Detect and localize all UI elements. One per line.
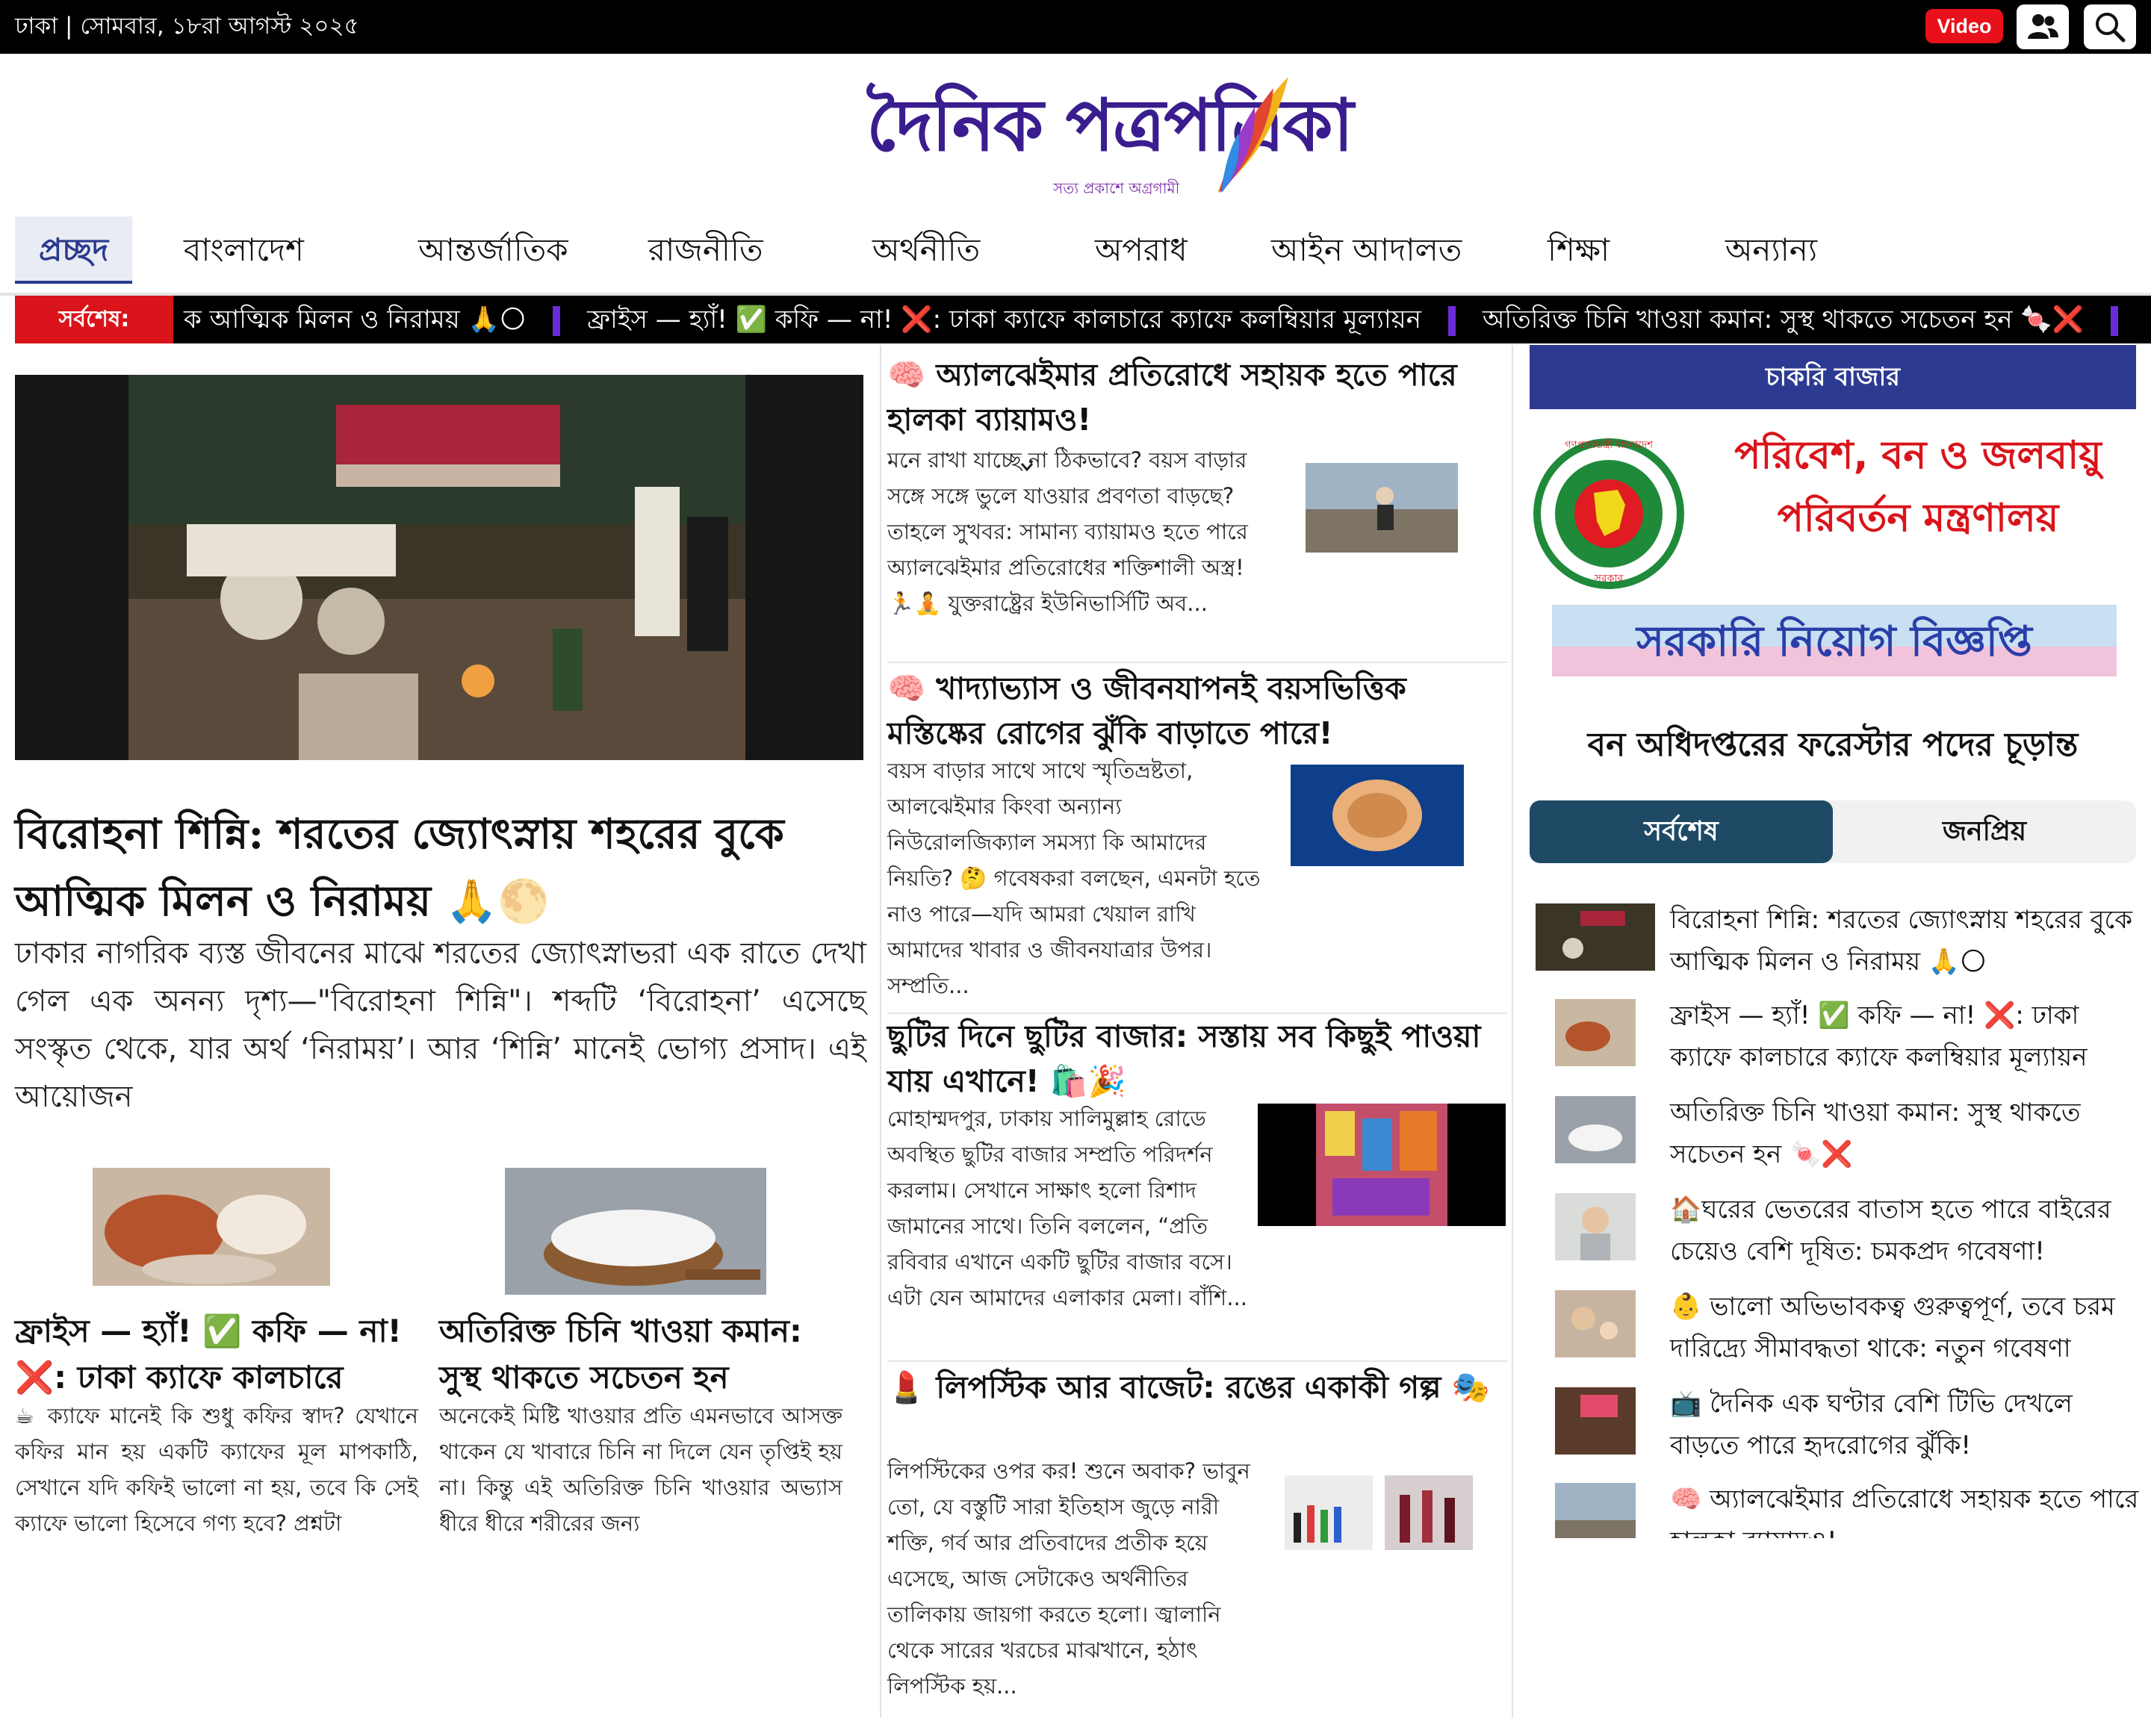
jobs-ad-banner[interactable]: পরিবেশ, বন ও জলবায়ু পরিবর্তন মন্ত্রণালয… — [1530, 409, 2136, 708]
list-item[interactable]: ফ্রাইস — হ্যাঁ! ✅ কফি — না! ❌: ঢাকা ক্যা… — [1536, 999, 2133, 1089]
lead-story-title[interactable]: বিরোহনা শিন্নি: শরতের জ্যোৎস্নায় শহরের … — [15, 800, 866, 935]
nav-item-education[interactable]: শিক্ষা — [1548, 217, 1610, 284]
list-item[interactable]: 🏠ঘরের ভেতরের বাতাস হতে পারে বাইরের চেয়ে… — [1536, 1193, 2133, 1283]
article-divider — [887, 662, 1507, 663]
search-icon[interactable] — [2084, 4, 2136, 49]
nav-item-bangladesh[interactable]: বাংলাদেশ — [184, 217, 304, 284]
list-item-title[interactable]: 🏠ঘরের ভেতরের বাতাস হতে পারে বাইরের চেয়ে… — [1670, 1189, 2141, 1272]
card-excerpt: ☕ ক্যাফে মানেই কি শুধু কফির স্বাদ? যেখান… — [15, 1403, 418, 1536]
ticker-label: সর্বশেষ: — [15, 296, 173, 343]
site-logo[interactable]: দৈনিক পত্রপত্রিকা সত্য প্রকাশে অগ্রগামী — [859, 66, 1353, 208]
list-item-title[interactable]: 👶 ভালো অভিভাবকত্ব গুরুত্বপূর্ণ, তবে চরম … — [1670, 1286, 2141, 1369]
top-bar: ঢাকা | সোমবার, ১৮রা আগস্ট ২০২৫ Video — [0, 0, 2151, 54]
banner-ministry-line2: পরিবর্তন মন্ত্রণালয় — [1777, 496, 2059, 541]
article-excerpt: মনে রাখা যাচ্ছে না ঠিকভাবে? বয়স বাড়ার … — [887, 447, 1248, 616]
ticker-item[interactable]: ফ্রাইস — হ্যাঁ! ✅ কফি — না! ❌: ঢাকা ক্যা… — [587, 305, 1421, 335]
card-image[interactable] — [439, 1157, 832, 1307]
ticker-item[interactable]: অতিরিক্ত চিনি খাওয়া কমান: সুস্থ থাকতে স… — [1483, 305, 2084, 335]
nav-item-economy[interactable]: অর্থনীতি — [872, 217, 980, 284]
article-excerpt: লিপস্টিকের ওপর কর! শুনে অবাক? ভাবুন তো, … — [887, 1458, 1250, 1699]
banner-ministry-line1: পরিবেশ, বন ও জলবায়ু — [1734, 433, 2102, 478]
article-excerpt: মোহাম্মদপুর, ঢাকায় সালিমুল্লাহ রোডে অবস… — [887, 1106, 1247, 1310]
list-item[interactable]: 👶 ভালো অভিভাবকত্ব গুরুত্বপূর্ণ, তবে চরম … — [1536, 1290, 2133, 1380]
jobs-section-heading: চাকরি বাজার — [1530, 345, 2136, 409]
lead-story-excerpt: ঢাকার নাগরিক ব্যস্ত জীবনের মাঝে শরতের জ্… — [15, 936, 866, 1114]
list-item[interactable]: বিরোহনা শিন্নি: শরতের জ্যোৎস্নায় শহরের … — [1536, 903, 2133, 993]
card-title[interactable]: অতিরিক্ত চিনি খাওয়া কমান: সুস্থ থাকতে স… — [439, 1308, 842, 1401]
tab-popular[interactable]: জনপ্রিয় — [1833, 800, 2136, 863]
list-item-title[interactable]: অতিরিক্ত চিনি খাওয়া কমান: সুস্থ থাকতে স… — [1670, 1092, 2141, 1175]
list-item-thumbnail[interactable] — [1536, 1290, 1655, 1357]
card-image[interactable] — [15, 1157, 408, 1307]
article-thumbnail[interactable] — [1258, 754, 1506, 877]
list-item-title[interactable]: 📺 দৈনিক এক ঘণ্টার বেশি টিভি দেখলে বাড়তে… — [1670, 1383, 2141, 1466]
list-item[interactable]: 📺 দৈনিক এক ঘণ্টার বেশি টিভি দেখলে বাড়তে… — [1536, 1387, 2133, 1477]
list-item-thumbnail[interactable] — [1536, 1096, 1655, 1163]
nav-item-home[interactable]: প্রচ্ছদ — [15, 217, 133, 284]
tab-latest[interactable]: সর্বশেষ — [1530, 800, 1833, 863]
ticker-track: ক আত্মিক মিলন ও নিরাময় 🙏🌕 ফ্রাইস — হ্যাঁ… — [173, 296, 2145, 343]
jobs-ad-caption[interactable]: বন অধিদপ্তরের ফরেস্টার পদের চূড়ান্ত — [1530, 715, 2136, 775]
ticker-separator — [553, 305, 561, 336]
list-item-thumbnail[interactable] — [1536, 1387, 1655, 1455]
list-item-thumbnail[interactable] — [1536, 999, 1655, 1066]
column-divider — [880, 345, 881, 1717]
list-item-thumbnail[interactable] — [1536, 1193, 1655, 1260]
article-thumbnail[interactable] — [1258, 1453, 1506, 1575]
article-title[interactable]: 💄 লিপস্টিক আর বাজেট: রঙের একাকী গল্প 🎭 — [887, 1365, 1507, 1410]
banner-notice-title: সরকারি নিয়োগ বিজ্ঞপ্তি — [1636, 617, 2032, 666]
nav-item-crime[interactable]: অপরাধ — [1095, 217, 1188, 284]
main-nav: প্রচ্ছদ বাংলাদেশ আন্তর্জাতিক রাজনীতি অর্… — [0, 217, 2151, 472]
list-item[interactable]: অতিরিক্ত চিনি খাওয়া কমান: সুস্থ থাকতে স… — [1536, 1096, 2133, 1186]
list-item-title[interactable]: ফ্রাইস — হ্যাঁ! ✅ কফি — না! ❌: ঢাকা ক্যা… — [1670, 995, 2141, 1078]
article-excerpt: বয়স বাড়ার সাথে সাথে স্মৃতিভ্রষ্টতা, আল… — [887, 758, 1261, 998]
ticker-separator — [2111, 305, 2118, 336]
users-icon[interactable] — [2017, 4, 2069, 49]
nav-item-international[interactable]: আন্তর্জাতিক — [418, 217, 568, 284]
ticker-item[interactable]: ক আত্মিক মিলন ও নিরাময় 🙏🌕 — [184, 305, 526, 335]
article-title[interactable]: ছুটির দিনে ছুটির বাজার: সস্তায় সব কিছুই… — [887, 1014, 1507, 1104]
logo-tagline: সত্য প্রকাশে অগ্রগামী — [1053, 179, 1180, 197]
list-item-thumbnail[interactable] — [1536, 903, 1655, 971]
nav-item-others[interactable]: অন্যান্য — [1725, 217, 1817, 284]
video-button[interactable]: Video — [1925, 9, 2003, 43]
article-divider — [887, 1360, 1507, 1362]
nav-item-politics[interactable]: রাজনীতি — [648, 217, 763, 284]
column-divider — [1512, 345, 1513, 1717]
location-date: ঢাকা | সোমবার, ১৮রা আগস্ট ২০২৫ — [15, 13, 359, 40]
lead-story-image[interactable] — [15, 375, 863, 760]
article-thumbnail[interactable] — [1258, 1104, 1506, 1226]
card-excerpt: অনেকেই মিষ্টি খাওয়ার প্রতি এমনভাবে আসক্… — [439, 1403, 842, 1536]
list-clip-edge — [1530, 1538, 2136, 1561]
article-title[interactable]: 🧠 খাদ্যাভ্যাস ও জীবনযাপনই বয়সভিত্তিক মস… — [887, 666, 1507, 756]
article-thumbnail[interactable] — [1258, 442, 1506, 564]
list-item-title[interactable]: বিরোহনা শিন্নি: শরতের জ্যোৎস্নায় শহরের … — [1670, 899, 2141, 983]
feather-quill-icon — [1217, 77, 1288, 193]
article-title[interactable]: 🧠 অ্যালঝেইমার প্রতিরোধে সহায়ক হতে পারে … — [887, 352, 1507, 442]
card-title[interactable]: ফ্রাইস — হ্যাঁ! ✅ কফি — না! ❌: ঢাকা ক্যা… — [15, 1308, 418, 1401]
news-tabs: সর্বশেষ জনপ্রিয় — [1530, 800, 2136, 863]
nav-item-law[interactable]: আইন আদালত — [1271, 217, 1462, 284]
ticker-separator — [1448, 305, 1456, 336]
seal-text: গণপ্রজাতন্ত্রী বাংলাদেশ — [1565, 440, 1653, 451]
seal-text: সরকার — [1594, 573, 1624, 585]
breaking-news-ticker: সর্বশেষ: ক আত্মিক মিলন ও নিরাময় 🙏🌕 ফ্রাই… — [15, 296, 2151, 343]
